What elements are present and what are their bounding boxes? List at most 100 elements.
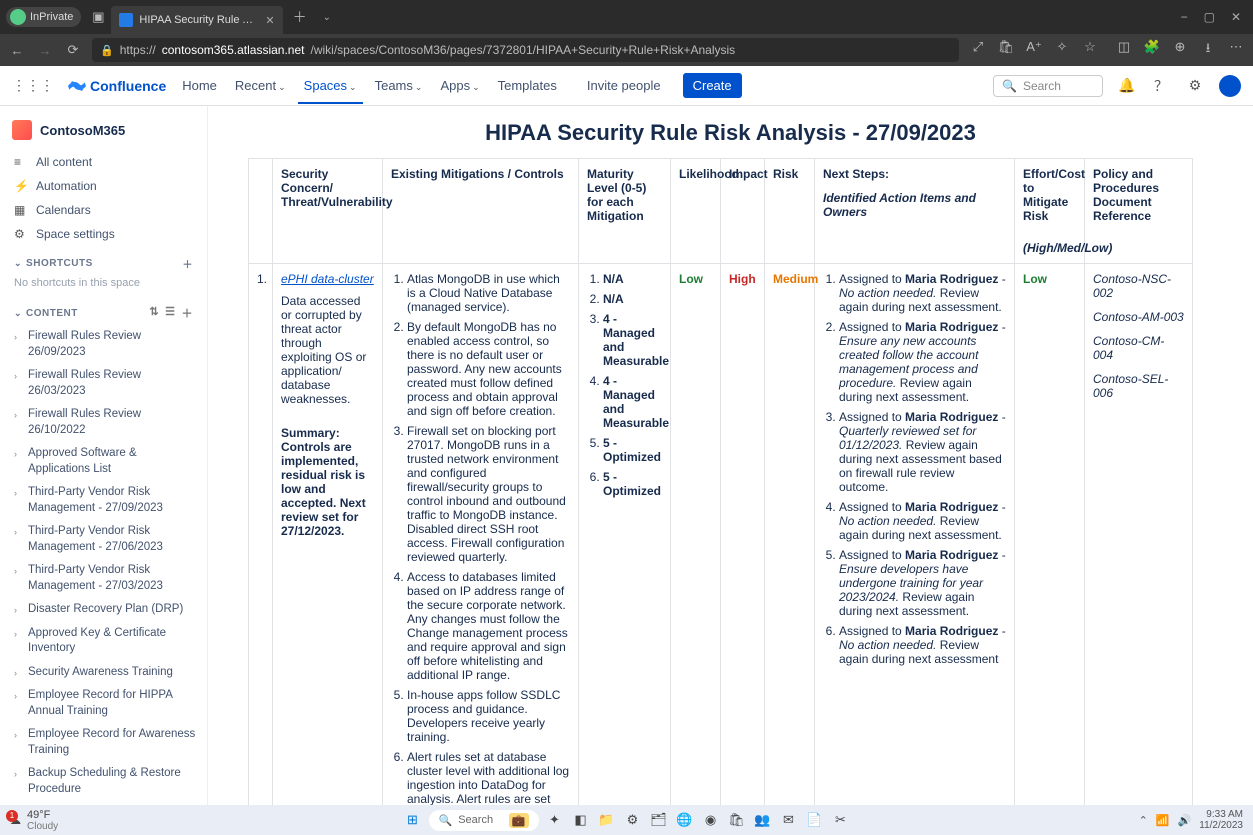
store-icon[interactable]: 🛍 xyxy=(727,810,747,830)
site-info-icon[interactable]: 🔒 xyxy=(100,44,114,57)
file-explorer-icon[interactable]: 🗂 xyxy=(649,810,669,830)
tree-item[interactable]: ›Disaster Recovery Plan (DRP) xyxy=(4,598,203,622)
tray-chevron-icon[interactable]: ⌃ xyxy=(1139,814,1148,827)
chevron-right-icon[interactable]: › xyxy=(14,526,24,538)
outlook-icon[interactable]: ✉ xyxy=(779,810,799,830)
tree-item[interactable]: › Firewall Rules Review 26/03/2023 xyxy=(4,364,203,403)
forward-icon[interactable]: → xyxy=(36,43,54,58)
filter-icon[interactable]: ⇅ xyxy=(149,305,159,321)
copilot-icon[interactable]: ✦ xyxy=(545,810,565,830)
shopping-icon[interactable]: 🛍 xyxy=(997,39,1015,61)
chevron-right-icon[interactable]: › xyxy=(14,409,24,421)
back-icon[interactable]: ← xyxy=(8,43,26,58)
read-aloud-icon[interactable]: A⁺ xyxy=(1025,39,1043,61)
nav-recent[interactable]: Recent⌄ xyxy=(233,68,288,103)
cell-mitigations: Atlas MongoDB in use which is a Cloud Na… xyxy=(383,264,579,806)
tree-item[interactable]: ›Firewall Rules Review 26/10/2022 xyxy=(4,403,203,442)
minimize-icon[interactable]: − xyxy=(1181,10,1188,24)
sidebar-all-content[interactable]: ≡All content xyxy=(4,150,203,174)
notifications-icon[interactable]: 🔔 xyxy=(1117,77,1137,94)
confluence-logo[interactable]: Confluence xyxy=(68,77,166,95)
chevron-right-icon[interactable]: › xyxy=(14,690,24,702)
add-shortcut-icon[interactable]: ＋ xyxy=(183,256,194,271)
wifi-icon[interactable]: 📶 xyxy=(1156,814,1170,827)
close-window-icon[interactable]: ✕ xyxy=(1231,10,1241,24)
browser-tab[interactable]: HIPAA Security Rule Analys ✕ xyxy=(111,6,282,34)
space-header[interactable]: ContosoM365 xyxy=(4,114,203,150)
tree-item[interactable]: ›Firewall Rules Review 26/09/2023 xyxy=(4,325,203,364)
search-input[interactable]: 🔍 Search xyxy=(993,75,1103,97)
nav-apps[interactable]: Apps⌄ xyxy=(438,68,481,103)
tracking-icon[interactable]: ✧ xyxy=(1053,39,1071,61)
tree-item-label: Firewall Rules Review 26/03/2023 xyxy=(28,368,199,399)
split-icon[interactable]: ◫ xyxy=(1115,39,1133,61)
collections-icon[interactable]: ⊕ xyxy=(1171,39,1189,61)
taskbar-search[interactable]: 🔍 Search 💼 xyxy=(429,810,539,831)
concern-link[interactable]: ePHI data-cluster xyxy=(281,272,374,286)
user-avatar[interactable] xyxy=(1219,75,1241,97)
sidebar-automation[interactable]: ⚡Automation xyxy=(4,174,203,198)
nav-teams[interactable]: Teams⌄ xyxy=(373,68,425,103)
help-icon[interactable]: ？ xyxy=(1151,76,1171,96)
start-icon[interactable]: ⊞ xyxy=(403,810,423,830)
tab-actions-icon[interactable]: ▣ xyxy=(89,9,107,25)
add-page-icon[interactable]: ＋ xyxy=(182,305,194,321)
chevron-right-icon[interactable]: › xyxy=(14,448,24,460)
chevron-right-icon[interactable]: › xyxy=(14,667,24,679)
settings-icon[interactable]: ⚙ xyxy=(623,810,643,830)
tree-item[interactable]: ›Approved Key & Certificate Inventory xyxy=(4,622,203,661)
close-tab-icon[interactable]: ✕ xyxy=(265,14,274,27)
confluence-header: ⋮⋮⋮ Confluence Home Recent⌄ Spaces⌄ Team… xyxy=(0,66,1253,106)
extensions-icon[interactable]: 🧩 xyxy=(1143,39,1161,61)
taskbar-clock[interactable]: 9:33 AM 11/2/2023 xyxy=(1199,809,1243,831)
nav-templates[interactable]: Templates xyxy=(496,68,559,103)
chevron-right-icon[interactable]: › xyxy=(14,604,24,616)
tab-overflow-icon[interactable]: ⌄ xyxy=(317,12,337,23)
chrome-icon[interactable]: ◉ xyxy=(701,810,721,830)
chevron-right-icon[interactable]: › xyxy=(14,768,24,780)
briefcase-icon: 💼 xyxy=(509,813,529,828)
taskbar-weather[interactable]: ☁1 49°F Cloudy xyxy=(10,809,58,832)
address-field[interactable]: 🔒 https://contosom365.atlassian.net/wiki… xyxy=(92,38,959,62)
maximize-icon[interactable]: ▢ xyxy=(1204,10,1215,24)
sidebar-space-settings[interactable]: ⚙Space settings xyxy=(4,222,203,246)
chevron-right-icon[interactable]: › xyxy=(14,487,24,499)
nav-home[interactable]: Home xyxy=(180,68,219,103)
tree-item[interactable]: ›Approved Software & Applications List xyxy=(4,442,203,481)
zoom-icon[interactable]: ⤢ xyxy=(969,39,987,61)
chevron-right-icon[interactable]: › xyxy=(14,628,24,640)
explorer-icon[interactable]: 📁 xyxy=(597,810,617,830)
chevron-right-icon[interactable]: › xyxy=(14,331,24,343)
tree-item[interactable]: ›Backup Scheduling & Restore Procedure xyxy=(4,762,203,801)
teams-icon[interactable]: 👥 xyxy=(753,810,773,830)
invite-people-button[interactable]: Invite people xyxy=(579,74,669,97)
tree-item[interactable]: ›Third-Party Vendor Risk Management - 27… xyxy=(4,481,203,520)
downloads-icon[interactable]: ⭳ xyxy=(1199,39,1217,61)
favorite-icon[interactable]: ☆ xyxy=(1081,39,1099,61)
more-icon[interactable]: ⋯ xyxy=(1227,39,1245,61)
snip-icon[interactable]: ✂ xyxy=(831,810,851,830)
app-switcher-icon[interactable]: ⋮⋮⋮ xyxy=(12,77,54,94)
tree-settings-icon[interactable]: ☰ xyxy=(165,305,175,321)
create-button[interactable]: Create xyxy=(683,73,742,98)
new-tab-button[interactable]: ＋ xyxy=(287,7,313,27)
word-icon[interactable]: 📄 xyxy=(805,810,825,830)
workspace: ContosoM365 ≡All content ⚡Automation ▦Ca… xyxy=(0,106,1253,805)
chevron-right-icon[interactable]: › xyxy=(14,565,24,577)
refresh-icon[interactable]: ⟳ xyxy=(64,42,82,58)
nav-spaces[interactable]: Spaces⌄ xyxy=(302,68,359,103)
section-shortcuts[interactable]: ⌄SHORTCUTS ＋ xyxy=(4,246,203,275)
chevron-right-icon[interactable]: › xyxy=(14,370,24,382)
chevron-right-icon[interactable]: › xyxy=(14,729,24,741)
section-content[interactable]: ⌄CONTENT ⇅ ☰ ＋ xyxy=(4,295,203,325)
edge-icon[interactable]: 🌐 xyxy=(675,810,695,830)
tree-item[interactable]: ›Third-Party Vendor Risk Management - 27… xyxy=(4,520,203,559)
sidebar-calendars[interactable]: ▦Calendars xyxy=(4,198,203,222)
tree-item[interactable]: ›Employee Record for Awareness Training xyxy=(4,723,203,762)
tree-item[interactable]: ›Third-Party Vendor Risk Management - 27… xyxy=(4,559,203,598)
task-view-icon[interactable]: ◧ xyxy=(571,810,591,830)
volume-icon[interactable]: 🔊 xyxy=(1178,814,1192,827)
tree-item[interactable]: ›Security Awareness Training xyxy=(4,661,203,685)
tree-item[interactable]: ›Employee Record for HIPPA Annual Traini… xyxy=(4,684,203,723)
settings-icon[interactable]: ⚙ xyxy=(1185,77,1205,94)
